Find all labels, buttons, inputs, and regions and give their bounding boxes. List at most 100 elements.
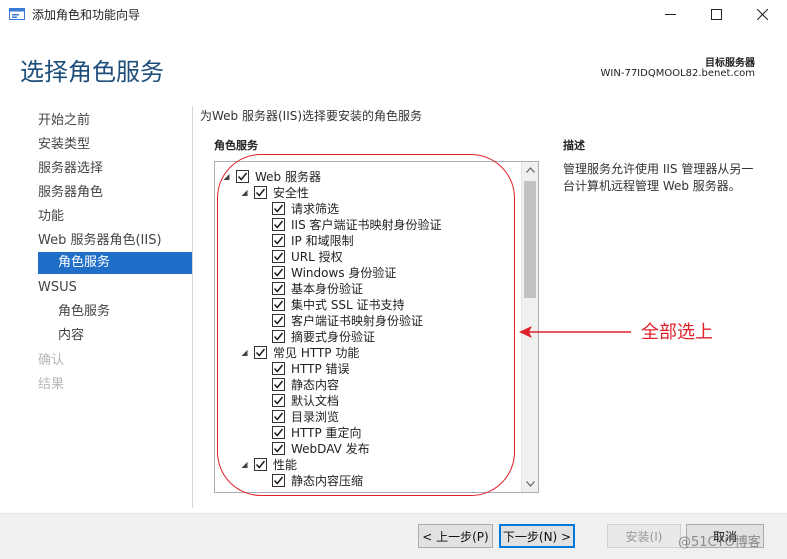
install-button[interactable]: 安装(I) [607, 524, 681, 548]
tree-item[interactable]: HTTP 错误 [257, 360, 350, 376]
checkmark-icon [255, 188, 266, 197]
tree-item-checkbox[interactable] [272, 281, 285, 295]
tree-item[interactable]: WebDAV 发布 [257, 440, 370, 456]
tree-item-checkbox[interactable] [272, 329, 285, 343]
window-title: 添加角色和功能向导 [32, 8, 141, 22]
previous-button[interactable]: < 上一步(P) [418, 524, 493, 548]
tree-item-label: IIS 客户端证书映射身份验证 [291, 217, 442, 232]
tree-item[interactable]: 静态内容压缩 [257, 472, 363, 488]
tree-item[interactable]: IIS 客户端证书映射身份验证 [257, 216, 442, 232]
tree-item[interactable]: 客户端证书映射身份验证 [257, 312, 423, 328]
tree-item-label: 基本身份验证 [291, 281, 364, 296]
tree-item[interactable]: Windows 身份验证 [257, 264, 396, 280]
tree-item-checkbox[interactable] [254, 185, 267, 199]
tree-item-label: 请求筛选 [291, 201, 340, 216]
tree-item-checkbox[interactable] [272, 233, 285, 247]
tree-item[interactable]: 请求筛选 [257, 200, 339, 216]
triangle-expander-icon[interactable]: ◢ [239, 347, 250, 358]
role-services-header: 角色服务 [214, 139, 258, 152]
tree-item[interactable]: ◢ 性能 [239, 456, 297, 472]
tree-item-checkbox[interactable] [272, 361, 285, 375]
wizard-header: 选择角色服务 目标服务器 WIN-77IDQMOOL82.benet.com [0, 28, 787, 100]
nav-item-server-roles[interactable]: 服务器角色 [38, 182, 103, 204]
tree-item-checkbox[interactable] [272, 265, 285, 279]
scroll-up-arrow-icon[interactable] [522, 162, 538, 178]
destination-server-name: WIN-77IDQMOOL82.benet.com [600, 68, 755, 79]
triangle-expander-icon[interactable]: ◢ [239, 459, 250, 470]
tree-item-checkbox[interactable] [272, 473, 285, 487]
description-text: 管理服务允许使用 IIS 管理器从另一台计算机远程管理 Web 服务器。 [563, 162, 754, 193]
tree-item[interactable]: IP 和域限制 [257, 232, 354, 248]
tree-item-checkbox[interactable] [272, 441, 285, 455]
tree-item-checkbox[interactable] [236, 169, 249, 183]
triangle-expander-icon[interactable]: ◢ [239, 187, 250, 198]
maximize-button[interactable] [693, 0, 739, 28]
close-icon [756, 8, 768, 20]
tree-item-label: URL 授权 [291, 249, 343, 264]
tree-item[interactable]: 默认文档 [257, 392, 339, 408]
triangle-expander-icon[interactable]: ◢ [221, 171, 232, 182]
tree-item[interactable]: ◢ 安全性 [239, 184, 309, 200]
nav-item-results: 结果 [38, 377, 65, 392]
tree-item[interactable]: 基本身份验证 [257, 280, 363, 296]
tree-item-checkbox[interactable] [272, 201, 285, 215]
checkmark-icon [273, 364, 284, 373]
wizard-icon [9, 8, 25, 20]
watermark: @51CTO博客 [678, 535, 761, 550]
tree-item[interactable]: 静态内容 [257, 376, 339, 392]
nav-item-features[interactable]: 功能 [38, 206, 64, 228]
minimize-button[interactable] [647, 0, 693, 28]
checkmark-icon [273, 236, 284, 245]
destination-server-label: 目标服务器 [705, 58, 755, 69]
scroll-thumb[interactable] [524, 181, 536, 298]
checkmark-icon [273, 316, 284, 325]
intro-text: 为Web 服务器(IIS)选择要安装的角色服务 [200, 109, 423, 123]
tree-item[interactable]: 目录浏览 [257, 408, 339, 424]
nav-item-role-services-active[interactable]: 角色服务 [38, 252, 192, 274]
tree-item[interactable]: 集中式 SSL 证书支持 [257, 296, 405, 312]
nav-item-installation-type[interactable]: 安装类型 [38, 134, 90, 156]
tree-item-checkbox[interactable] [272, 313, 285, 327]
tree-item-checkbox[interactable] [272, 297, 285, 311]
nav-item-wsus-role-services[interactable]: 角色服务 [58, 301, 110, 323]
description-header: 描述 [563, 139, 585, 152]
nav-item-server-selection[interactable]: 服务器选择 [38, 158, 103, 180]
nav-item-wsus-content[interactable]: 内容 [58, 325, 84, 347]
nav-item-before-you-begin[interactable]: 开始之前 [38, 110, 90, 132]
tree-item-label: 集中式 SSL 证书支持 [291, 297, 405, 312]
checkmark-icon [273, 220, 284, 229]
checkmark-icon [237, 172, 248, 181]
tree-item[interactable]: ◢ 常见 HTTP 功能 [239, 344, 359, 360]
nav-divider [192, 106, 193, 508]
next-button[interactable]: 下一步(N) > [499, 524, 575, 548]
tree-item-checkbox[interactable] [272, 377, 285, 391]
tree-item-checkbox[interactable] [272, 425, 285, 439]
tree-item-label: 默认文档 [291, 393, 340, 408]
tree-item-label: 常见 HTTP 功能 [273, 345, 360, 360]
tree-item-checkbox[interactable] [254, 345, 267, 359]
checkmark-icon [273, 444, 284, 453]
scroll-down-arrow-icon[interactable] [522, 476, 538, 492]
checkmark-icon [273, 300, 284, 309]
tree-item[interactable]: URL 授权 [257, 248, 343, 264]
checkmark-icon [273, 332, 284, 341]
tree-item[interactable]: HTTP 重定向 [257, 424, 362, 440]
tree-item-checkbox[interactable] [254, 457, 267, 471]
tree-item-checkbox[interactable] [272, 249, 285, 263]
checkmark-icon [273, 268, 284, 277]
checkmark-icon [255, 348, 266, 357]
tree-item-checkbox[interactable] [272, 217, 285, 231]
close-button[interactable] [739, 0, 785, 28]
nav-item-wsus[interactable]: WSUS [38, 277, 77, 299]
tree-item-label: IP 和域限制 [291, 233, 354, 248]
tree-item-checkbox[interactable] [272, 409, 285, 423]
annotation-arrow-icon [519, 326, 631, 338]
tree-item[interactable]: 摘要式身份验证 [257, 328, 375, 344]
tree-item-checkbox[interactable] [272, 393, 285, 407]
tree-item[interactable]: ◢ Web 服务器 [221, 168, 321, 184]
role-services-tree[interactable]: ◢ Web 服务器 ◢ 安全性 请求筛选 IIS 客户端证书映射身份验证 IP 和域限制 UR… [214, 161, 539, 493]
tree-item-label: 性能 [273, 457, 298, 472]
tree-item-label: HTTP 重定向 [291, 425, 362, 440]
nav-item-web-server-role[interactable]: Web 服务器角色(IIS) [38, 230, 162, 252]
checkmark-icon [273, 204, 284, 213]
